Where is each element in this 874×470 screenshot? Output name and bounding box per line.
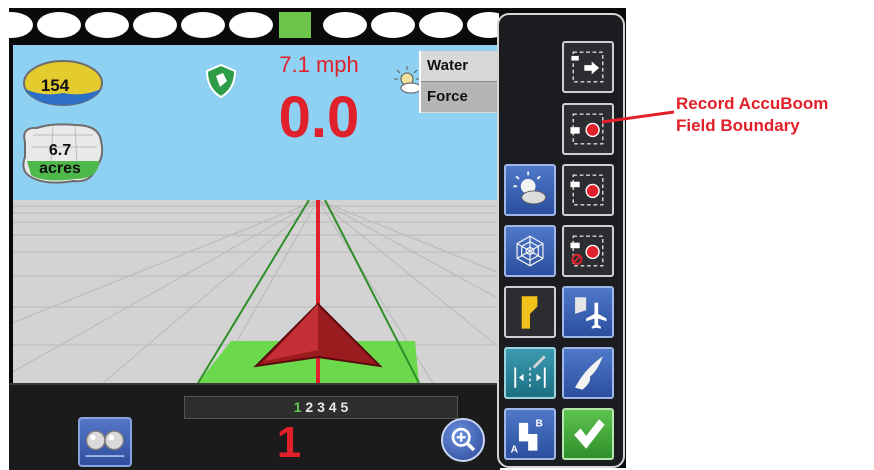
- zoom-in-icon: [451, 427, 476, 452]
- tool-panel: B A: [497, 13, 625, 468]
- boom-status-button[interactable]: [78, 417, 132, 467]
- record-boundary-icon: [570, 174, 604, 206]
- bird-icon: [575, 356, 603, 390]
- section-indicator: [419, 12, 463, 38]
- cancel-record-icon: [570, 235, 604, 267]
- mark-flag-button[interactable]: [504, 286, 556, 338]
- ab-line-button[interactable]: B A: [504, 408, 556, 460]
- section-indicator: [37, 12, 81, 38]
- plane-icon: [575, 297, 607, 329]
- confirm-button[interactable]: [562, 408, 614, 460]
- area-value: 6.7: [49, 142, 71, 159]
- cancel-record-boundary-button[interactable]: [562, 225, 614, 277]
- aerial-view-button[interactable]: [562, 286, 614, 338]
- bottom-bar: 1 2 3 4 5 1: [9, 383, 500, 470]
- swath-width-button[interactable]: [504, 347, 556, 399]
- current-row: 1: [276, 418, 302, 467]
- area-unit: acres: [39, 160, 81, 177]
- gps-count: 154: [41, 76, 70, 95]
- section-indicator: [9, 12, 33, 38]
- flag-icon: [521, 296, 538, 329]
- lane-indicator: 1 2 3 4 5: [184, 396, 458, 419]
- spiderweb-icon: [516, 235, 544, 267]
- force-label: Force: [421, 81, 498, 112]
- water-label: Water: [427, 57, 469, 74]
- section-status-bar: [9, 12, 499, 40]
- section-indicator: [229, 12, 273, 38]
- speed-value: 0.0: [278, 85, 360, 150]
- section-indicator: [467, 12, 499, 38]
- speed-label: 7.1 mph: [279, 52, 359, 77]
- boom-icon: [85, 430, 125, 457]
- checkmark-icon: [574, 419, 605, 449]
- import-boundary-button[interactable]: [562, 41, 614, 93]
- other-lanes: 2 3 4 5: [301, 399, 349, 415]
- product-panel[interactable]: Water Force: [419, 51, 498, 113]
- swath-icon: [514, 355, 546, 388]
- ab-line-icon: B A: [511, 419, 543, 456]
- callout-label: Record AccuBoom Field Boundary: [676, 93, 828, 137]
- section-indicator: [371, 12, 415, 38]
- section-indicator: [133, 12, 177, 38]
- callout-line: [601, 110, 675, 124]
- active-section-indicator: [279, 12, 311, 38]
- active-lane: 1: [293, 399, 302, 415]
- zoom-button[interactable]: [441, 418, 485, 462]
- svg-text:B: B: [536, 419, 543, 430]
- record-boundary-button[interactable]: [562, 164, 614, 216]
- section-indicator: [85, 12, 129, 38]
- sun-cloud-icon: [513, 171, 547, 205]
- svg-text:A: A: [511, 444, 519, 455]
- callout-line1: Record AccuBoom: [676, 94, 829, 113]
- section-indicator: [181, 12, 225, 38]
- freeform-pattern-button[interactable]: [562, 347, 614, 399]
- import-boundary-icon: [571, 51, 604, 83]
- callout-line2: Field Boundary: [676, 116, 800, 135]
- guidance-pattern-button[interactable]: [504, 225, 556, 277]
- section-indicator: [323, 12, 367, 38]
- day-night-button[interactable]: [504, 164, 556, 216]
